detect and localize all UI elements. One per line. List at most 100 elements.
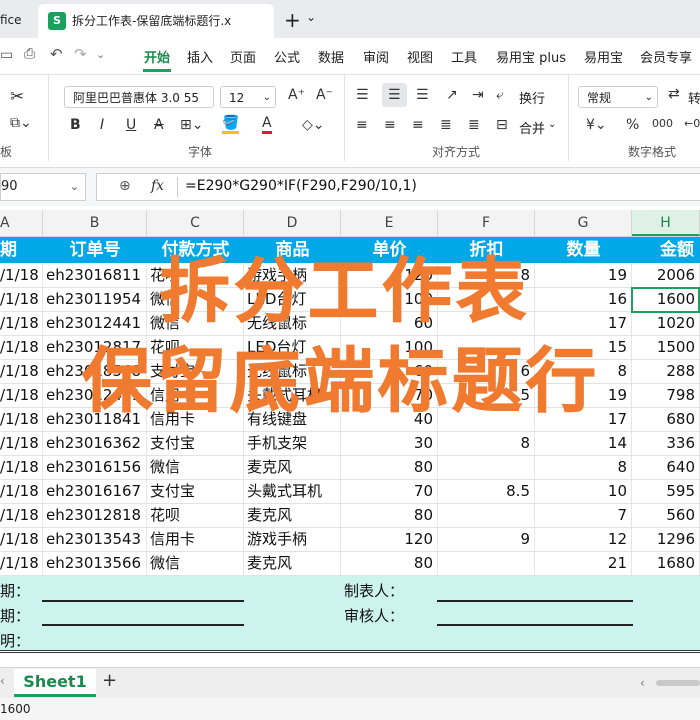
cell-amount[interactable]: 1020 — [632, 312, 700, 335]
cell-order-id[interactable]: eh23011954 — [43, 288, 147, 311]
thousands-icon[interactable]: 000 — [652, 117, 673, 130]
cell-date[interactable]: /1/18 — [0, 552, 43, 575]
cell-amount[interactable]: 1296 — [632, 528, 700, 551]
header-quantity[interactable]: 数量 — [535, 237, 632, 263]
cell-date[interactable]: /1/18 — [0, 408, 43, 431]
cell-date[interactable]: /1/18 — [0, 432, 43, 455]
font-name-select[interactable]: 阿里巴巴普惠体 3.0 55 — [64, 86, 214, 108]
column-header-g[interactable]: G — [535, 210, 632, 236]
scroll-sheets-left-icon[interactable]: ‹ — [0, 674, 5, 688]
bold-button[interactable]: B — [70, 117, 81, 133]
header-order-id[interactable]: 订单号 — [43, 237, 147, 263]
formula-input[interactable]: =E290*G290*IF(F290,F290/10,1) — [185, 178, 417, 194]
merge-icon[interactable]: ⊟ — [496, 117, 508, 133]
border-icon[interactable]: ⊞⌄ — [180, 117, 203, 133]
number-format-select[interactable]: 常规 ⌄ — [578, 86, 658, 108]
cell-unit-price[interactable]: 80 — [341, 552, 438, 575]
fill-color-icon[interactable]: 🪣 — [222, 115, 240, 134]
cell-amount[interactable]: 560 — [632, 504, 700, 527]
footer-date-label[interactable]: 期： — [0, 580, 30, 601]
cell-quantity[interactable]: 19 — [535, 264, 632, 287]
menu-yiyongbao-plus[interactable]: 易用宝 plus — [496, 47, 566, 66]
cell-discount[interactable]: 9 — [438, 528, 535, 551]
cell-date[interactable]: /1/18 — [0, 264, 43, 287]
cell-date[interactable]: /1/18 — [0, 504, 43, 527]
cell-unit-price[interactable]: 80 — [341, 504, 438, 527]
paste-format-icon[interactable]: ⧉⌄ — [10, 115, 32, 131]
align-top-icon[interactable]: ☰ — [356, 87, 369, 103]
cell-payment[interactable]: 支付宝 — [147, 432, 244, 455]
cell-quantity[interactable]: 17 — [535, 312, 632, 335]
cell-order-id[interactable]: eh23016156 — [43, 456, 147, 479]
cell-date[interactable]: /1/18 — [0, 288, 43, 311]
menu-yiyongbao[interactable]: 易用宝 — [584, 47, 623, 66]
undo-icon[interactable]: ↶ — [50, 45, 63, 63]
cell-unit-price[interactable]: 80 — [341, 456, 438, 479]
convert-label[interactable]: 转 — [688, 88, 700, 107]
menu-tools[interactable]: 工具 — [451, 47, 477, 66]
footer-reviewer-label[interactable]: 审核人： — [344, 605, 404, 626]
header-date[interactable]: 期 — [0, 237, 43, 263]
cell-amount[interactable]: 1500 — [632, 336, 700, 359]
cell-order-id[interactable]: eh23016811 — [43, 264, 147, 287]
scroll-left-icon[interactable]: ‹ — [640, 676, 645, 690]
cell-discount[interactable] — [438, 456, 535, 479]
menu-formula[interactable]: 公式 — [274, 47, 300, 66]
menu-review[interactable]: 审阅 — [363, 47, 389, 66]
menu-insert[interactable]: 插入 — [187, 47, 213, 66]
indent-icon[interactable]: ⇥ — [472, 87, 484, 103]
cell-unit-price[interactable]: 70 — [341, 480, 438, 503]
cell-product[interactable]: 手机支架 — [244, 432, 341, 455]
cell-amount[interactable]: 640 — [632, 456, 700, 479]
column-header-c[interactable]: C — [147, 210, 244, 236]
header-amount[interactable]: 金额 — [632, 237, 700, 263]
align-middle-icon[interactable]: ☰ — [382, 83, 407, 107]
active-cell-outline[interactable] — [631, 287, 700, 313]
convert-icon[interactable]: ⇄ — [668, 86, 680, 102]
footer-note-label[interactable]: 明： — [0, 630, 30, 651]
column-header-h[interactable]: H — [632, 210, 700, 236]
cell-date[interactable]: /1/18 — [0, 480, 43, 503]
cell-amount[interactable]: 798 — [632, 384, 700, 407]
cell-discount[interactable] — [438, 552, 535, 575]
cell-discount[interactable] — [438, 504, 535, 527]
cell-date[interactable]: /1/18 — [0, 528, 43, 551]
cell-quantity[interactable]: 10 — [535, 480, 632, 503]
wrap-text-icon[interactable]: ⤶ — [496, 87, 504, 103]
cell-unit-price[interactable]: 30 — [341, 432, 438, 455]
cell-product[interactable]: 麦克风 — [244, 552, 341, 575]
cell-product[interactable]: 游戏手柄 — [244, 528, 341, 551]
formula-input-area[interactable]: ⊕ fx =E290*G290*IF(F290,F290/10,1) — [96, 173, 700, 201]
percent-icon[interactable]: % — [626, 117, 639, 133]
font-size-select[interactable]: 12 ⌄ — [220, 86, 276, 108]
menu-page[interactable]: 页面 — [230, 47, 256, 66]
cell-date[interactable]: /1/18 — [0, 456, 43, 479]
tab-office[interactable]: fice — [0, 4, 32, 38]
quick-access-chevron-icon[interactable]: ⌄ — [96, 48, 105, 61]
column-header-f[interactable]: F — [438, 210, 535, 236]
font-color-icon[interactable]: A — [262, 115, 272, 134]
cell-discount[interactable]: 8 — [438, 432, 535, 455]
align-center-icon[interactable]: ≡ — [384, 117, 396, 133]
sheet-tab-sheet1[interactable]: Sheet1 — [14, 669, 96, 697]
cell-date[interactable]: /1/18 — [0, 336, 43, 359]
wrap-text-label[interactable]: 换行 — [519, 88, 545, 107]
menu-home[interactable]: 开始 — [144, 47, 170, 66]
cell-date[interactable]: /1/18 — [0, 384, 43, 407]
cell-discount[interactable]: 8.5 — [438, 480, 535, 503]
italic-button[interactable]: I — [100, 117, 104, 133]
print-preview-icon[interactable]: ⎙ — [24, 46, 35, 62]
zoom-search-icon[interactable]: ⊕ — [119, 178, 131, 194]
cell-quantity[interactable]: 8 — [535, 456, 632, 479]
tab-list-chevron-icon[interactable]: ⌄ — [306, 10, 316, 24]
cell-unit-price[interactable]: 120 — [341, 528, 438, 551]
cut-icon[interactable]: ✂ — [10, 87, 24, 107]
justify-icon[interactable]: ≣ — [440, 117, 452, 133]
orientation-icon[interactable]: ↗ — [446, 87, 458, 103]
cell-order-id[interactable]: eh23016362 — [43, 432, 147, 455]
cell-amount[interactable]: 336 — [632, 432, 700, 455]
tab-document[interactable]: S 拆分工作表-保留底端标题行.x — [38, 4, 274, 38]
footer-maker-label[interactable]: 制表人： — [344, 580, 404, 601]
align-left-icon[interactable]: ≡ — [356, 117, 368, 133]
clear-format-icon[interactable]: ◇⌄ — [302, 117, 325, 133]
